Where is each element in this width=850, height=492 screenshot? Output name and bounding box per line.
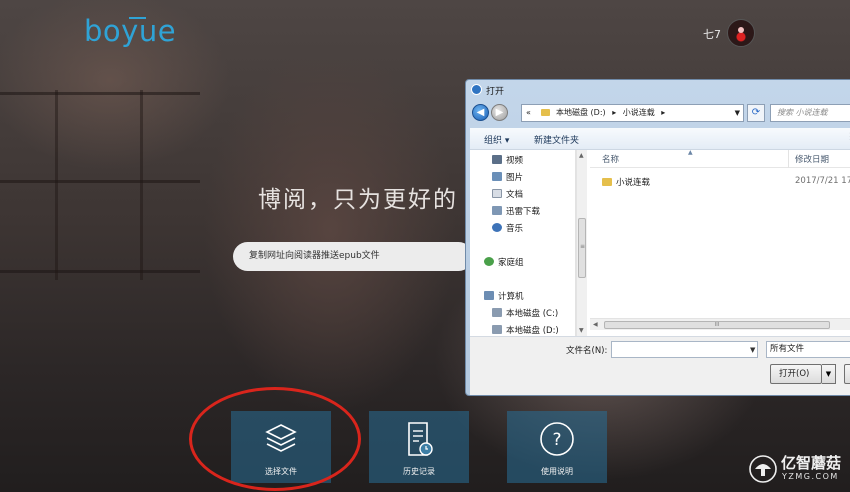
forward-arrow-icon[interactable]: ▶ [491,104,508,121]
horizontal-scrollbar[interactable]: ◀ III [590,318,850,330]
organize-menu[interactable]: 组织 ▾ [484,133,509,146]
folder-icon [541,109,551,116]
slogan: 博阅，只为更好的 [258,187,458,213]
refresh-icon[interactable]: ⟳ [747,104,765,122]
avatar-detail [738,27,744,33]
shelf-post [140,90,143,280]
dialog-title: 打开 [486,87,505,97]
back-arrow-icon[interactable]: ◀ [472,104,489,121]
scroll-thumb[interactable]: ≡ [578,218,586,278]
address-separator: ▸ [612,108,617,117]
nav-item-videos[interactable]: 视频 [492,154,523,166]
drive-icon [492,308,502,317]
nav-item-pictures[interactable]: 图片 [492,171,523,183]
shelf-post [55,90,58,280]
file-date: 2017/7/21 17: [795,176,850,186]
logo-accent [129,17,146,19]
shelf-line [0,92,200,95]
nav-label: 视频 [506,156,524,166]
new-folder-button[interactable]: 新建文件夹 [534,133,579,146]
sort-ascending-icon: ▲ [688,149,693,156]
scroll-thumb[interactable]: III [604,321,830,329]
shelf-line [0,270,200,273]
open-button[interactable]: 打开(O) [770,364,822,384]
nav-label: 本地磁盘 (D:) [506,326,559,336]
nav-item-xunlei[interactable]: 迅雷下载 [492,205,540,217]
pictures-library-icon [492,172,502,181]
homegroup-icon [484,257,494,266]
dialog-footer: 文件名(N): ▼ 所有文件 打开(O) ▼ [470,336,850,395]
nav-item-drive-d[interactable]: 本地磁盘 (D:) [492,324,559,336]
help-button[interactable]: ? 使用说明 [507,411,607,483]
boyue-logo: boyue [84,14,177,48]
nav-item-drive-c[interactable]: 本地磁盘 (C:) [492,307,558,319]
watermark-cn: 亿智蘑菇 [781,454,842,472]
push-url-input[interactable]: 复制网址向阅读器推送epub文件 [233,242,473,271]
scroll-up-icon[interactable]: ▲ [579,152,584,159]
nav-label: 图片 [506,173,524,183]
file-type-select[interactable]: 所有文件 [766,341,850,358]
help-label: 使用说明 [541,467,573,476]
nav-item-homegroup[interactable]: 家庭组 [484,256,524,268]
column-divider[interactable] [788,150,789,168]
svg-text:?: ? [552,430,561,450]
file-row[interactable]: 小说连载 2017/7/21 17: [590,174,850,188]
avatar[interactable] [727,19,755,47]
nav-label: 本地磁盘 (C:) [506,309,559,319]
nav-item-computer[interactable]: 计算机 [484,290,524,302]
drive-icon [492,325,502,334]
file-name-text: 小说连载 [616,178,651,188]
column-name[interactable]: 名称 [602,153,619,165]
username[interactable]: 七7 [703,26,721,42]
column-date[interactable]: 修改日期 [795,153,829,165]
watermark-en: YZMG.COM [782,472,839,481]
scroll-down-icon[interactable]: ▼ [579,327,584,334]
chevron-down-icon[interactable]: ▼ [735,105,740,121]
open-file-dialog: 打开 ◀ ▶ « 本地磁盘 (D:) ▸ 小说连载 ▸ ▼ ⟳ 搜索 小说连载 … [465,79,850,396]
download-library-icon [492,206,502,215]
nav-label: 音乐 [506,224,524,234]
nav-label: 家庭组 [498,258,524,268]
filename-label: 文件名(N): [566,346,608,356]
shelf-line [0,180,200,183]
nav-label: 文档 [506,190,524,200]
scroll-grip: ≡ [580,243,586,250]
documents-library-icon [492,189,502,198]
file-browser: 视频 图片 文档 迅雷下载 音乐 家庭组 计算机 本地磁盘 (C:) 本地磁盘 … [470,149,850,336]
folder-icon [602,178,612,186]
dialog-toolbar: 组织 ▾ 新建文件夹 ☷ [470,128,850,150]
address-bar[interactable]: « 本地磁盘 (D:) ▸ 小说连载 ▸ ▼ [521,104,744,122]
music-library-icon [492,223,502,232]
history-document-icon [399,419,439,463]
scroll-left-icon[interactable]: ◀ [593,321,598,328]
nav-label: 计算机 [498,292,524,302]
history-label: 历史记录 [403,467,435,476]
search-input[interactable]: 搜索 小说连载 [770,104,850,122]
nav-label: 迅雷下载 [506,207,541,217]
address-crumb-drive[interactable]: 本地磁盘 (D:) [556,108,606,117]
video-library-icon [492,155,502,164]
nav-scrollbar[interactable]: ▲ ≡ ▼ [576,150,587,336]
computer-icon [484,291,494,300]
address-prefix: « [526,108,531,117]
help-question-icon: ? [537,419,577,463]
open-dropdown-icon[interactable]: ▼ [822,364,836,384]
address-crumb-folder[interactable]: 小说连载 [623,108,655,117]
navigation-pane: 视频 图片 文档 迅雷下载 音乐 家庭组 计算机 本地磁盘 (C:) 本地磁盘 … [470,150,576,336]
column-header: 名称 ▲ 修改日期 [590,149,850,168]
filename-input[interactable] [611,341,758,358]
history-button[interactable]: 历史记录 [369,411,469,483]
dialog-app-icon [471,84,482,95]
address-separator: ▸ [661,108,666,117]
nav-item-documents[interactable]: 文档 [492,188,523,200]
file-name: 小说连载 [602,176,650,188]
nav-item-music[interactable]: 音乐 [492,222,523,234]
mushroom-icon [748,454,778,484]
red-circle-annotation [189,387,361,491]
cancel-button[interactable] [844,364,850,384]
